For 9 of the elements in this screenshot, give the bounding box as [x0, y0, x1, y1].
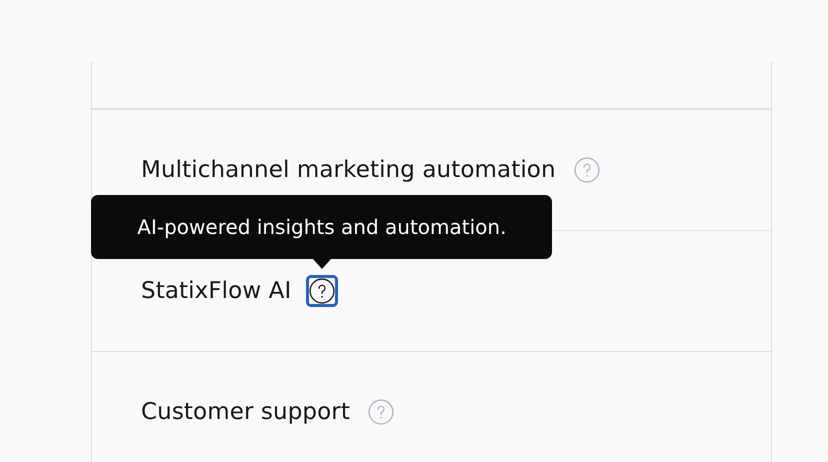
feature-label: Multichannel marketing automation [141, 157, 556, 183]
help-icon [309, 278, 336, 304]
feature-label: StatixFlow AI [141, 278, 292, 304]
help-icon [368, 399, 394, 425]
help-button[interactable] [306, 275, 338, 307]
feature-label: Customer support [141, 399, 350, 425]
tooltip: AI-powered insights and automation. [91, 195, 552, 259]
help-icon [574, 157, 600, 183]
tooltip-pointer [313, 259, 332, 269]
